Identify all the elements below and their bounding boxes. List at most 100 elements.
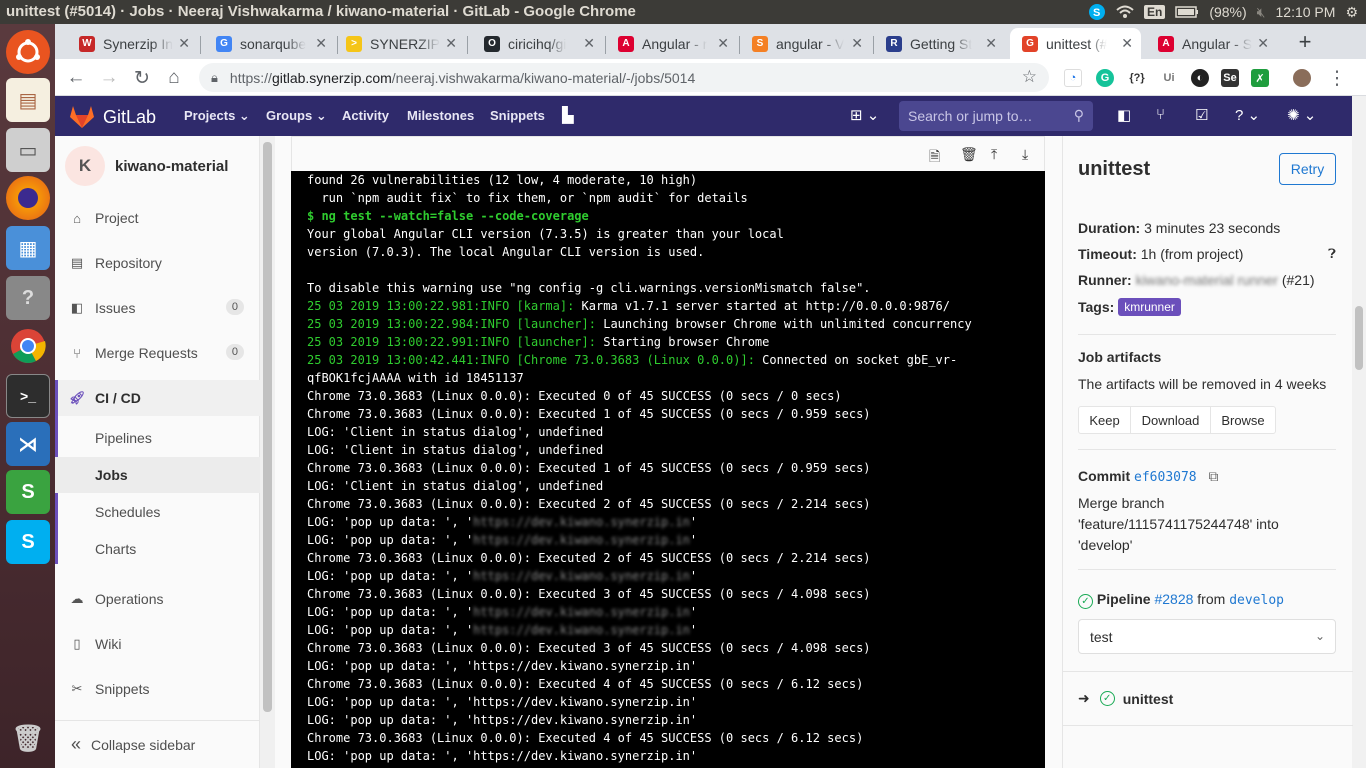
help-icon[interactable]: ? ⌄ [1235, 106, 1260, 124]
browser-tab[interactable]: Sangular - V ✕ [740, 28, 871, 59]
keep-artifacts-button[interactable]: Keep [1078, 406, 1131, 434]
search-input[interactable]: Search or jump to… ⚲ [899, 101, 1093, 131]
dark-reader-icon[interactable]: ◐ [1191, 69, 1209, 87]
stage-select[interactable]: test ⌄ [1078, 619, 1336, 654]
sidebar-sub-jobs[interactable]: Jobs [55, 457, 260, 493]
chart-icon[interactable]: ▙ [562, 106, 574, 124]
new-tab-button[interactable]: + [1291, 28, 1319, 56]
branch-link[interactable]: develop [1229, 593, 1284, 608]
sidebar-item-cicd[interactable]: 🚀︎ CI / CD [55, 380, 260, 416]
grammarly-icon[interactable]: G [1096, 69, 1114, 87]
sidebar-item-merge-requests[interactable]: ⑂ Merge Requests 0 [55, 335, 260, 371]
issues-icon[interactable]: ◧ [1117, 106, 1131, 124]
sidebar-item-wiki[interactable]: ▯ Wiki [55, 626, 260, 662]
sidebar-item-snippets[interactable]: ✂ Snippets [55, 671, 260, 707]
keyboard-layout-indicator[interactable]: En [1143, 5, 1166, 19]
page-scrollbar[interactable] [1352, 96, 1366, 768]
tab-close-icon[interactable]: ✕ [445, 35, 457, 52]
sidebar-item-operations[interactable]: ☁︎ Operations [55, 581, 260, 617]
sidebar-sub-charts[interactable]: Charts [55, 531, 260, 567]
merge-requests-icon[interactable]: ⑂ [1156, 106, 1165, 123]
new-item-plus-icon[interactable]: ⊞ ⌄ [850, 106, 879, 124]
gitlab-brand[interactable]: GitLab [69, 105, 156, 129]
browser-tab[interactable]: > SYNERZIP ✕ [334, 28, 465, 59]
file-manager-icon[interactable]: ▭ [6, 128, 50, 172]
chrome-icon[interactable] [6, 324, 50, 368]
tab-close-icon[interactable]: ✕ [1121, 35, 1133, 52]
tab-close-icon[interactable]: ✕ [1257, 35, 1269, 52]
scroll-to-bottom-icon[interactable]: ⤓ [1022, 146, 1028, 163]
reload-button[interactable]: ↻ [129, 65, 155, 91]
pipeline-link[interactable]: #2828 [1154, 591, 1193, 607]
skype-tray-icon[interactable]: S [1088, 3, 1106, 21]
forward-button[interactable]: → [96, 65, 122, 91]
project-header[interactable]: K kiwano-material [65, 146, 228, 186]
job-list-item[interactable]: ➜ ✓ unittest [1063, 671, 1353, 726]
sidebar-sub-schedules[interactable]: Schedules [55, 494, 260, 530]
clock[interactable]: 12:10 PM [1276, 4, 1336, 20]
sidebar-item-issues[interactable]: ◧ Issues 0 [55, 290, 260, 326]
download-artifacts-button[interactable]: Download [1130, 406, 1211, 434]
terminal-icon[interactable]: >_ [6, 374, 50, 418]
success-check-icon[interactable]: ✓ [1078, 594, 1093, 609]
browser-tab[interactable]: Gsonarqube ✕ [204, 28, 335, 59]
nav-projects[interactable]: Projects ⌄ [184, 108, 250, 124]
address-bar[interactable]: 🔒︎ https://gitlab.synerzip.com/neeraj.vi… [199, 63, 1049, 92]
copy-clipboard-icon[interactable]: ⧉ [1209, 468, 1219, 484]
erase-log-trash-icon[interactable]: 🗑︎ [960, 146, 978, 163]
tab-close-icon[interactable]: ✕ [985, 35, 997, 52]
nav-snippets[interactable]: Snippets [490, 108, 545, 123]
nav-milestones[interactable]: Milestones [407, 108, 474, 123]
sheets-extension-icon[interactable]: ✗ [1251, 69, 1269, 87]
sidebar-scrollbar-thumb[interactable] [263, 142, 272, 712]
home-button[interactable]: ⌂ [161, 65, 187, 91]
tab-close-icon[interactable]: ✕ [315, 35, 327, 52]
raw-log-icon[interactable]: 🗎︎ [929, 146, 940, 170]
profile-avatar[interactable] [1293, 69, 1311, 87]
skype-icon[interactable]: S [6, 520, 50, 564]
vscode-icon[interactable]: ⋊ [6, 422, 50, 466]
browser-tab[interactable]: Gunittest (# ✕ [1010, 28, 1141, 59]
extension-icon-1[interactable]: ◔ [1064, 69, 1082, 87]
firefox-icon[interactable] [6, 176, 50, 220]
todos-icon[interactable]: ☑ [1195, 106, 1208, 124]
ubuntu-dash-icon[interactable] [6, 30, 50, 74]
trash-icon[interactable]: 🗑︎ [6, 716, 50, 760]
ui-extension-icon[interactable]: Ui [1160, 69, 1178, 87]
collapse-sidebar-button[interactable]: «Collapse sidebar [55, 720, 260, 768]
scroll-to-top-icon[interactable]: ⤒ [991, 146, 997, 163]
battery-icon[interactable] [1175, 6, 1199, 18]
browser-tab[interactable]: A Angular - S ✕ [1146, 28, 1277, 59]
help-icon[interactable]: ? [6, 276, 50, 320]
browse-artifacts-button[interactable]: Browse [1210, 406, 1276, 434]
nav-activity[interactable]: Activity [342, 108, 389, 123]
tab-close-icon[interactable]: ✕ [583, 35, 595, 52]
sidebar-scrollbar[interactable] [260, 136, 275, 768]
browser-tab[interactable]: A Angular - r ✕ [606, 28, 737, 59]
user-avatar[interactable]: ✺ ⌄ [1287, 106, 1316, 124]
selenium-icon[interactable]: Se [1221, 69, 1239, 87]
power-gear-icon[interactable]: ⚙︎ [1345, 4, 1358, 21]
volume-muted-icon[interactable]: 🔇︎ [1257, 4, 1266, 21]
browser-tab[interactable]: R Getting St ✕ [874, 28, 1005, 59]
bookmark-star-icon[interactable]: ☆ [1022, 67, 1037, 87]
browser-tab[interactable]: Ociricihq/gi ✕ [472, 28, 603, 59]
commit-sha-link[interactable]: ef603078 [1134, 470, 1197, 485]
document-viewer-icon[interactable]: ▤ [6, 78, 50, 122]
tab-close-icon[interactable]: ✕ [178, 35, 190, 52]
job-log-terminal[interactable]: found 26 vulnerabilities (12 low, 4 mode… [291, 171, 1045, 768]
wifi-icon[interactable] [1116, 5, 1134, 19]
chrome-menu-icon[interactable]: ⋮ [1324, 65, 1350, 91]
tab-close-icon[interactable]: ✕ [717, 35, 729, 52]
tab-close-icon[interactable]: ✕ [851, 35, 863, 52]
nav-groups[interactable]: Groups ⌄ [266, 108, 327, 124]
back-button[interactable]: ← [63, 65, 89, 91]
image-viewer-icon[interactable]: ▦ [6, 226, 50, 270]
sidebar-item-repository[interactable]: ▤ Repository [55, 245, 260, 281]
shield-app-icon[interactable]: S [6, 470, 50, 514]
help-question-icon[interactable]: ❓︎ [1328, 246, 1336, 262]
browser-tab[interactable]: W Synerzip In ✕ [67, 28, 198, 59]
sidebar-sub-pipelines[interactable]: Pipelines [55, 420, 260, 456]
page-scrollbar-thumb[interactable] [1355, 306, 1363, 370]
sidebar-item-project[interactable]: ⌂ Project [55, 200, 260, 236]
